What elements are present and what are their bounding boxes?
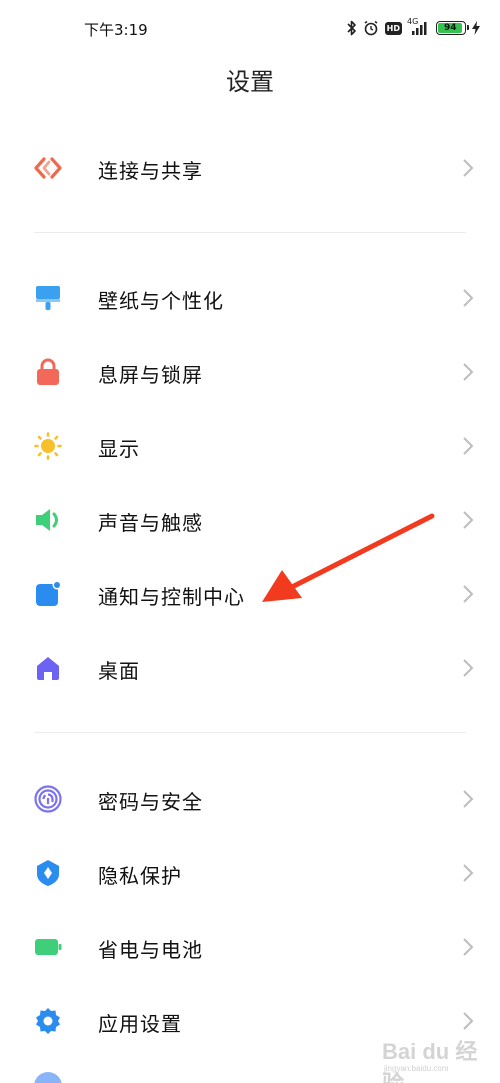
battery-icon: 94 xyxy=(436,21,469,35)
chevron-right-icon xyxy=(462,584,474,604)
settings-item-label: 隐私保护 xyxy=(98,864,182,888)
hd-icon: HD xyxy=(384,21,402,35)
chevron-right-icon xyxy=(462,158,474,178)
status-time: 下午3:19 xyxy=(84,21,148,39)
alarm-icon xyxy=(363,20,379,36)
watermark-text: Bai du 经验 xyxy=(382,1039,478,1083)
settings-item-wallpaper[interactable]: 壁纸与个性化 xyxy=(0,261,500,335)
status-icons: HD 4G 94 xyxy=(347,18,480,38)
chevron-right-icon xyxy=(462,658,474,678)
fingerprint-icon xyxy=(34,785,62,813)
speaker-icon xyxy=(34,506,62,534)
bluetooth-icon xyxy=(347,20,357,36)
chevron-right-icon xyxy=(462,288,474,308)
settings-item-label: 桌面 xyxy=(98,659,140,683)
chevron-right-icon xyxy=(462,1011,474,1031)
watermark-subtext: jingyan.baidu.com xyxy=(384,1064,449,1073)
partial-next-item-icon xyxy=(34,1072,62,1083)
settings-item-label: 省电与电池 xyxy=(98,938,203,962)
settings-item-privacy[interactable]: 隐私保护 xyxy=(0,836,500,910)
privacy-shield-icon xyxy=(34,859,62,887)
charging-icon xyxy=(472,21,480,35)
status-bar: 下午3:19 HD 4G 94 xyxy=(0,0,500,58)
notification-icon xyxy=(34,580,62,608)
chevron-right-icon xyxy=(462,362,474,382)
settings-item-connection-sharing[interactable]: 连接与共享 xyxy=(0,131,500,205)
settings-item-label: 声音与触感 xyxy=(98,511,203,535)
group-divider xyxy=(34,732,466,733)
watermark-logo: Bai du 经验 jingyan.baidu.com xyxy=(370,1030,490,1083)
settings-item-label: 显示 xyxy=(98,437,140,461)
settings-item-label: 连接与共享 xyxy=(98,159,203,183)
network-type-label: 4G xyxy=(407,17,419,26)
chevron-right-icon xyxy=(462,789,474,809)
app-settings-gear-icon xyxy=(34,1007,62,1035)
settings-item-battery[interactable]: 省电与电池 xyxy=(0,910,500,984)
battery-saver-icon xyxy=(34,933,62,961)
page-title: 设置 xyxy=(226,68,274,96)
lock-icon xyxy=(34,358,62,386)
wallpaper-brush-icon xyxy=(34,284,62,312)
settings-item-password-security[interactable]: 密码与安全 xyxy=(0,762,500,836)
home-icon xyxy=(34,654,62,682)
sun-icon xyxy=(34,432,62,460)
annotation-arrow xyxy=(262,513,435,602)
settings-item-home-screen[interactable]: 桌面 xyxy=(0,631,500,705)
settings-item-display[interactable]: 显示 xyxy=(0,409,500,483)
chevron-right-icon xyxy=(462,863,474,883)
chevron-right-icon xyxy=(462,510,474,530)
settings-item-label: 密码与安全 xyxy=(98,790,203,814)
signal-icon: 4G xyxy=(407,17,430,36)
chevron-right-icon xyxy=(462,937,474,957)
settings-item-lock-screen[interactable]: 息屏与锁屏 xyxy=(0,335,500,409)
group-divider xyxy=(34,232,466,233)
battery-level: 94 xyxy=(438,23,463,33)
settings-item-label: 壁纸与个性化 xyxy=(98,289,224,313)
settings-item-label: 通知与控制中心 xyxy=(98,585,245,609)
chevron-right-icon xyxy=(462,436,474,456)
settings-item-label: 应用设置 xyxy=(98,1012,182,1036)
share-connect-icon xyxy=(34,154,62,182)
settings-item-label: 息屏与锁屏 xyxy=(98,363,203,387)
